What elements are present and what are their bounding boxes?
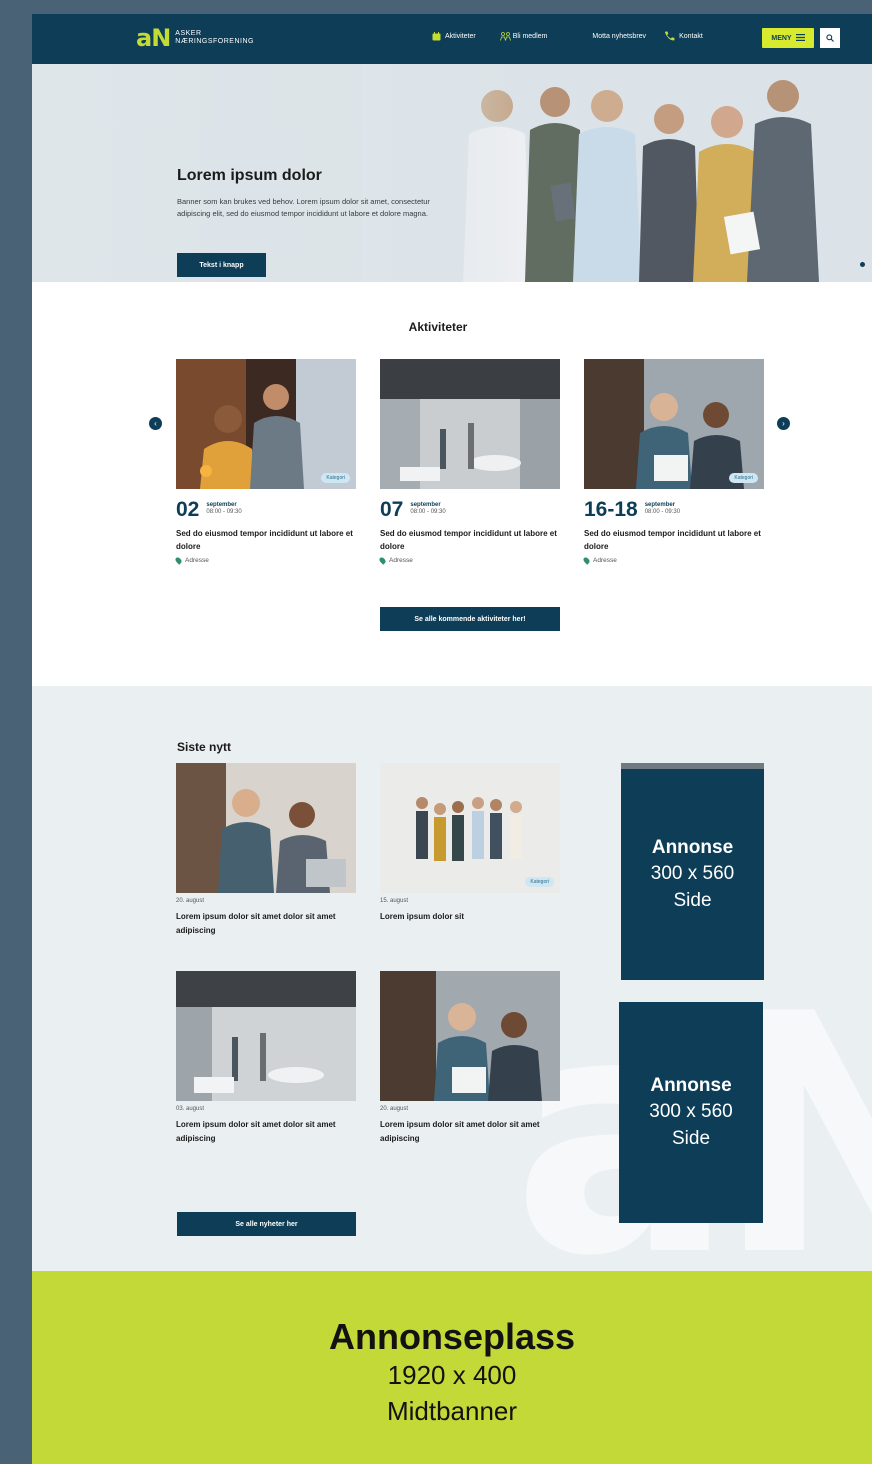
activity-title: Sed do eiusmod tempor incididunt ut labo… bbox=[380, 529, 557, 551]
news-card[interactable]: 03. august Lorem ipsum dolor sit amet do… bbox=[176, 971, 356, 1146]
activity-month: september bbox=[206, 502, 237, 508]
logo-text: ASKER NÆRINGSFORENING bbox=[175, 30, 254, 46]
news-date: 15. august bbox=[380, 898, 409, 904]
nav-item-nyhetsbrev[interactable]: Motta nyhetsbrev bbox=[583, 32, 646, 41]
carousel-prev-button[interactable]: ‹ bbox=[149, 417, 162, 430]
activity-card[interactable]: Kategori 02 september 08:00 - 09:30 Sed … bbox=[174, 359, 356, 565]
logo-line-1: ASKER bbox=[175, 30, 202, 37]
hero-banner: Lorem ipsum dolor Banner som kan brukes … bbox=[32, 64, 872, 282]
hero-text: Banner som kan brukes ved behov. Lorem i… bbox=[177, 197, 430, 218]
news-image: Kategori bbox=[380, 763, 560, 893]
news-image bbox=[176, 971, 356, 1101]
ad-size: 300 x 560 bbox=[650, 862, 735, 884]
activity-title: Sed do eiusmod tempor incididunt ut labo… bbox=[584, 529, 761, 551]
page: aN ASKER NÆRINGSFORENING Aktiviteter Bli… bbox=[32, 14, 872, 1464]
carousel-next-button[interactable]: › bbox=[777, 417, 790, 430]
calendar-icon bbox=[432, 31, 441, 41]
chevron-left-icon: ‹ bbox=[154, 419, 157, 428]
ad-size: 300 x 560 bbox=[649, 1100, 733, 1122]
category-badge: Kategori bbox=[525, 877, 554, 887]
activity-month: september bbox=[644, 502, 676, 508]
news-title-text: Lorem ipsum dolor sit amet dolor sit ame… bbox=[176, 1120, 336, 1143]
nav-item-kontakt[interactable]: Kontakt bbox=[664, 31, 703, 41]
mid-banner-ad[interactable]: Annonseplass 1920 x 400 Midtbanner bbox=[32, 1271, 872, 1464]
hero-title: Lorem ipsum dolor bbox=[177, 167, 322, 184]
main-nav: Aktiviteter Bli medlem Motta nyhetsbrev … bbox=[432, 31, 703, 41]
carousel-dot[interactable] bbox=[860, 262, 865, 267]
activity-image: Kategori bbox=[584, 359, 764, 489]
news-date: 20. august bbox=[380, 1106, 409, 1112]
activity-day: 07 bbox=[380, 498, 404, 521]
activity-image: Kategori bbox=[176, 359, 356, 489]
logo-mark: aN bbox=[136, 24, 171, 52]
logo[interactable]: aN ASKER NÆRINGSFORENING bbox=[136, 26, 254, 50]
activity-time: 08:00 - 09:30 bbox=[206, 509, 242, 515]
news-card[interactable]: 20. august Lorem ipsum dolor sit amet do… bbox=[380, 971, 560, 1146]
activity-time: 08:00 - 09:30 bbox=[644, 509, 681, 515]
activity-address: Adresse bbox=[378, 556, 560, 565]
activities-title: Aktiviteter bbox=[408, 320, 468, 334]
hero-cta-button[interactable]: Tekst i knapp bbox=[177, 253, 266, 277]
ad-placement: Side bbox=[671, 1127, 711, 1149]
location-pin-icon bbox=[582, 556, 591, 565]
logo-line-2: NÆRINGSFORENING bbox=[175, 38, 254, 45]
address-text: Adresse bbox=[389, 557, 413, 564]
location-pin-icon bbox=[378, 556, 387, 565]
phone-icon bbox=[664, 31, 675, 41]
nav-label: Aktiviteter bbox=[445, 32, 476, 40]
activity-month: september bbox=[410, 502, 441, 508]
news-card[interactable]: 20. august Lorem ipsum dolor sit amet do… bbox=[176, 763, 356, 938]
banner-size: 1920 x 400 bbox=[387, 1360, 517, 1390]
menu-label: MENY bbox=[771, 34, 792, 42]
nav-label: Motta nyhetsbrev bbox=[592, 32, 647, 40]
hamburger-icon bbox=[795, 33, 805, 43]
top-navigation-bar: aN ASKER NÆRINGSFORENING Aktiviteter Bli… bbox=[32, 14, 872, 64]
activity-card[interactable]: Kategori 16-18 september 08:00 - 09:30 S… bbox=[582, 359, 764, 565]
all-activities-button[interactable]: Se alle kommende aktiviteter her! bbox=[380, 607, 560, 631]
mail-icon bbox=[583, 32, 588, 41]
category-badge: Kategori bbox=[321, 473, 350, 483]
ad-title: Annonse bbox=[651, 836, 734, 858]
location-pin-icon bbox=[174, 556, 183, 565]
activity-address: Adresse bbox=[582, 556, 764, 565]
banner-placement: Midtbanner bbox=[386, 1396, 518, 1426]
chevron-right-icon: › bbox=[782, 419, 785, 428]
menu-button[interactable]: MENY bbox=[762, 28, 814, 48]
activity-card[interactable]: 07 september 08:00 - 09:30 Sed do eiusmo… bbox=[378, 359, 560, 565]
activity-address: Adresse bbox=[174, 556, 356, 565]
activity-time: 08:00 - 09:30 bbox=[410, 509, 446, 515]
activity-image bbox=[380, 359, 560, 489]
side-ad-1[interactable]: Annonse 300 x 560 Side bbox=[621, 763, 764, 980]
people-icon bbox=[499, 31, 511, 41]
ad-placement: Side bbox=[673, 889, 712, 911]
nav-label: Kontakt bbox=[679, 32, 703, 40]
news-title: Siste nytt bbox=[177, 740, 232, 754]
nav-item-bli-medlem[interactable]: Bli medlem bbox=[499, 31, 548, 41]
news-title-text: Lorem ipsum dolor sit amet dolor sit ame… bbox=[380, 1120, 540, 1143]
news-date: 20. august bbox=[176, 898, 205, 904]
side-ad-2[interactable]: Annonse 300 x 560 Side bbox=[619, 1002, 763, 1223]
activity-day: 16-18 bbox=[584, 498, 638, 521]
banner-title: Annonseplass bbox=[328, 1316, 576, 1357]
news-section: aN Siste nytt 20. august Lorem ipsum dol… bbox=[32, 686, 872, 1272]
news-title-text: Lorem ipsum dolor sit bbox=[380, 912, 465, 921]
activity-day: 02 bbox=[176, 498, 200, 521]
news-image bbox=[380, 971, 560, 1101]
address-text: Adresse bbox=[185, 557, 209, 564]
category-badge: Kategori bbox=[729, 473, 758, 483]
search-button[interactable] bbox=[820, 28, 840, 48]
all-news-button[interactable]: Se alle nyheter her bbox=[177, 1212, 356, 1236]
news-title-text: Lorem ipsum dolor sit amet dolor sit ame… bbox=[176, 912, 336, 935]
nav-label: Bli medlem bbox=[512, 32, 548, 40]
address-text: Adresse bbox=[593, 557, 617, 564]
ad-title: Annonse bbox=[650, 1074, 732, 1096]
news-image bbox=[176, 763, 356, 893]
hero-gradient bbox=[362, 64, 522, 282]
news-card[interactable]: Kategori 15. august Lorem ipsum dolor si… bbox=[380, 763, 560, 924]
nav-item-aktiviteter[interactable]: Aktiviteter bbox=[432, 31, 476, 41]
activity-title: Sed do eiusmod tempor incididunt ut labo… bbox=[176, 529, 353, 551]
search-icon bbox=[826, 29, 834, 47]
news-date: 03. august bbox=[176, 1106, 205, 1112]
